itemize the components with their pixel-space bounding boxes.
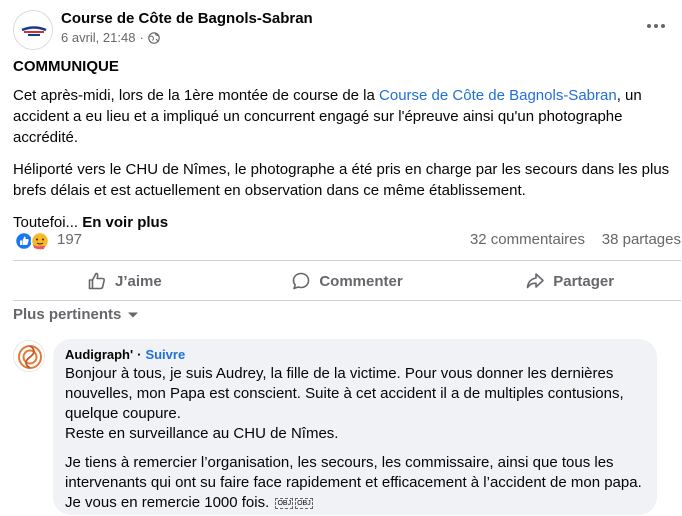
comments-count[interactable]: 32 commentaires bbox=[470, 231, 585, 248]
object-replacement-glyph: OBJ bbox=[295, 497, 313, 509]
divider bbox=[13, 300, 681, 301]
more-dot-icon bbox=[647, 24, 651, 28]
globe-icon bbox=[147, 31, 160, 44]
page-name[interactable]: Course de Côte de Bagnols-Sabran bbox=[61, 10, 313, 27]
post-headline: COMMUNIQUE bbox=[13, 58, 119, 75]
share-arrow-icon bbox=[526, 273, 545, 289]
sort-label: Plus pertinents bbox=[13, 306, 122, 323]
meta-separator: · bbox=[139, 30, 144, 45]
post-header: Course de Côte de Bagnols-Sabran 6 avril… bbox=[13, 8, 673, 50]
comment-separator: · bbox=[137, 347, 142, 362]
post-meta: 6 avril, 21:48 · bbox=[61, 30, 160, 45]
care-icon bbox=[30, 231, 50, 251]
like-button[interactable]: J’aime bbox=[13, 262, 236, 300]
shares-count[interactable]: 38 partages bbox=[602, 231, 681, 248]
share-button[interactable]: Partager bbox=[458, 262, 681, 300]
more-options-button[interactable] bbox=[641, 14, 671, 38]
page-logo-icon bbox=[14, 11, 52, 49]
like-label: J’aime bbox=[114, 272, 162, 290]
page-mention-link[interactable]: Course de Côte de Bagnols-Sabran bbox=[379, 87, 617, 104]
post-body: COMMUNIQUE Cet après-midi, lors de la 1è… bbox=[13, 56, 673, 244]
paragraph-text: Cet après-midi, lors de la 1ère montée d… bbox=[13, 87, 380, 104]
post-date[interactable]: 6 avril, 21:48 bbox=[61, 30, 135, 45]
commenter-avatar[interactable] bbox=[13, 340, 45, 372]
comment-paragraph-2: Je tiens à remercier l’organisation, les… bbox=[65, 453, 645, 513]
object-replacement-glyph: OBJ bbox=[275, 497, 294, 509]
like-icon bbox=[14, 231, 34, 251]
comment-label: Commenter bbox=[319, 272, 403, 290]
post-actions: J’aime Commenter Partager bbox=[13, 262, 681, 300]
comment-line-1: Bonjour à tous, je suis Audrey, la fille… bbox=[65, 365, 624, 422]
follow-button[interactable]: Suivre bbox=[145, 347, 185, 363]
post-paragraph-2: Héliporté vers le CHU de Nîmes, le photo… bbox=[13, 161, 670, 199]
comment-text: Je tiens à remercier l’organisation, les… bbox=[65, 454, 642, 511]
thumbs-up-icon bbox=[88, 272, 105, 290]
audigraph-logo-icon bbox=[14, 341, 44, 371]
page-avatar[interactable] bbox=[13, 10, 53, 50]
comment-author[interactable]: Audigraph' bbox=[65, 347, 133, 363]
divider bbox=[13, 260, 681, 261]
speech-bubble-icon bbox=[293, 272, 310, 290]
comment-button[interactable]: Commenter bbox=[236, 262, 459, 300]
comments-sort-dropdown[interactable]: Plus pertinents bbox=[13, 306, 139, 323]
post-paragraph-1: Cet après-midi, lors de la 1ère montée d… bbox=[13, 85, 673, 148]
more-dot-icon bbox=[661, 24, 665, 28]
comment-line-2: Reste en surveillance au CHU de Nîmes. bbox=[65, 425, 339, 442]
reactions-icons bbox=[14, 231, 50, 251]
reaction-count[interactable]: 197 bbox=[57, 231, 82, 248]
comment-bubble: Audigraph' · Suivre Bonjour à tous, je s… bbox=[53, 339, 657, 515]
post-stats: 197 32 commentaires 38 partages bbox=[13, 228, 681, 252]
caret-down-icon bbox=[128, 312, 139, 317]
share-label: Partager bbox=[553, 272, 615, 290]
reactions-summary[interactable] bbox=[14, 231, 55, 251]
more-dot-icon bbox=[654, 24, 658, 28]
comment-header: Audigraph' · Suivre bbox=[65, 347, 645, 363]
